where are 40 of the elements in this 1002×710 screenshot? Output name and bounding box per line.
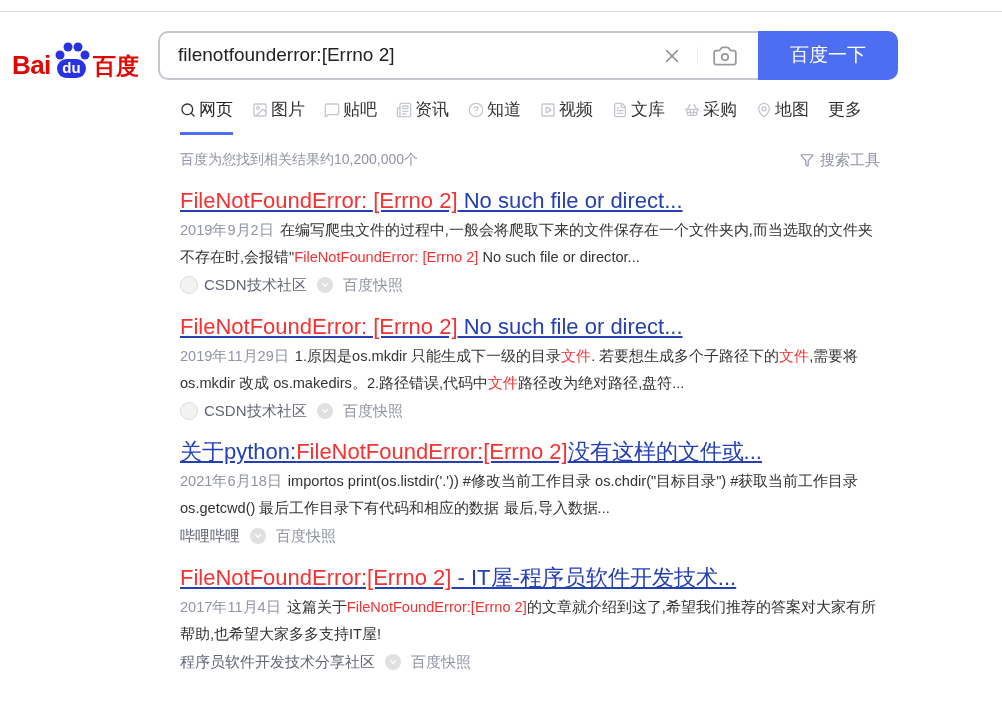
source-name[interactable]: CSDN技术社区: [204, 399, 307, 422]
search-tab[interactable]: 贴吧: [324, 97, 377, 135]
result-title-link[interactable]: 关于python:FileNotFoundError:[Errno 2]没有这样的文件或...: [180, 438, 880, 466]
search-tab[interactable]: 网页: [180, 97, 233, 135]
result-snippet: 2019年9月2日 在编写爬虫文件的过程中,一般会将爬取下来的文件保存在一个文件夹内,而当选取的文件夹不存在时,会报错"FileNotFoundError: [Errno 2] No such file or director...: [180, 221, 874, 267]
search-tab[interactable]: 知道: [468, 97, 521, 135]
search-field[interactable]: filenotfounderror:[Errno 2]: [158, 31, 758, 80]
source-name[interactable]: 哔哩哔哩: [180, 525, 240, 548]
dropdown-icon[interactable]: [250, 528, 266, 545]
search-tab[interactable]: 资讯: [396, 97, 449, 135]
search-tab[interactable]: 采购: [684, 97, 737, 135]
filter-icon: [800, 152, 814, 167]
search-tab[interactable]: 视频: [540, 97, 593, 135]
tab-icon: [324, 101, 340, 118]
tab-icon: [756, 101, 772, 118]
search-tab[interactable]: 图片: [252, 97, 305, 135]
search-tab[interactable]: 文库: [612, 97, 665, 135]
source-name[interactable]: 程序员软件开发技术分享社区: [180, 650, 375, 673]
dropdown-icon[interactable]: [316, 277, 333, 294]
baidu-logo[interactable]: Bai du 百度: [12, 33, 140, 78]
result-snippet: 2017年11月4日 这篇关于FileNotFoundError:[Errno 2]的文章就介绍到这了,希望我们推荐的答案对大家有所帮助,也希望大家多多支持IT屋!: [180, 597, 877, 644]
tab-icon: [612, 101, 628, 118]
search-button[interactable]: 百度一下: [758, 31, 898, 80]
result-title-link[interactable]: FileNotFoundError:[Errno 2] - IT屋-程序员软件开发技术...: [180, 563, 880, 592]
search-tab[interactable]: 地图: [756, 97, 809, 135]
tab-icon: [540, 101, 556, 118]
tab-icon: [684, 101, 700, 118]
result-title-link[interactable]: FileNotFoundError: [Errno 2] No such file or direct...: [180, 187, 880, 215]
result-count: 百度为您找到相关结果约10,200,000个: [180, 150, 419, 170]
dropdown-icon[interactable]: [316, 402, 333, 419]
result-title-link[interactable]: FileNotFoundError: [Errno 2] No such file or direct...: [180, 312, 880, 341]
tab-icon: [396, 101, 412, 118]
search-tab[interactable]: 更多: [828, 97, 862, 135]
tab-icon: [180, 101, 196, 118]
result-snippet: 2019年11月29日 1.原因是os.mkdir 只能生成下一级的目录文件. 若要想生成多个子路径下的文件,需要将os.mkdir 改成 os.makedirs。2.路径错误,代码中文件路径改为绝对路径,盘符...: [180, 346, 860, 393]
result-snippet: 2021年6月18日 importos print(os.listdir('.')) #修改当前工作目录 os.chdir("目标目录") #获取当前工作目录 os.getcwd() 最后工作目录下有代码和相应的数据 最后,导入数据...: [180, 472, 860, 518]
source-name[interactable]: CSDN技术社区: [204, 274, 307, 297]
tab-icon: [252, 101, 268, 118]
dropdown-icon[interactable]: [385, 653, 401, 670]
tab-icon: [468, 101, 484, 118]
